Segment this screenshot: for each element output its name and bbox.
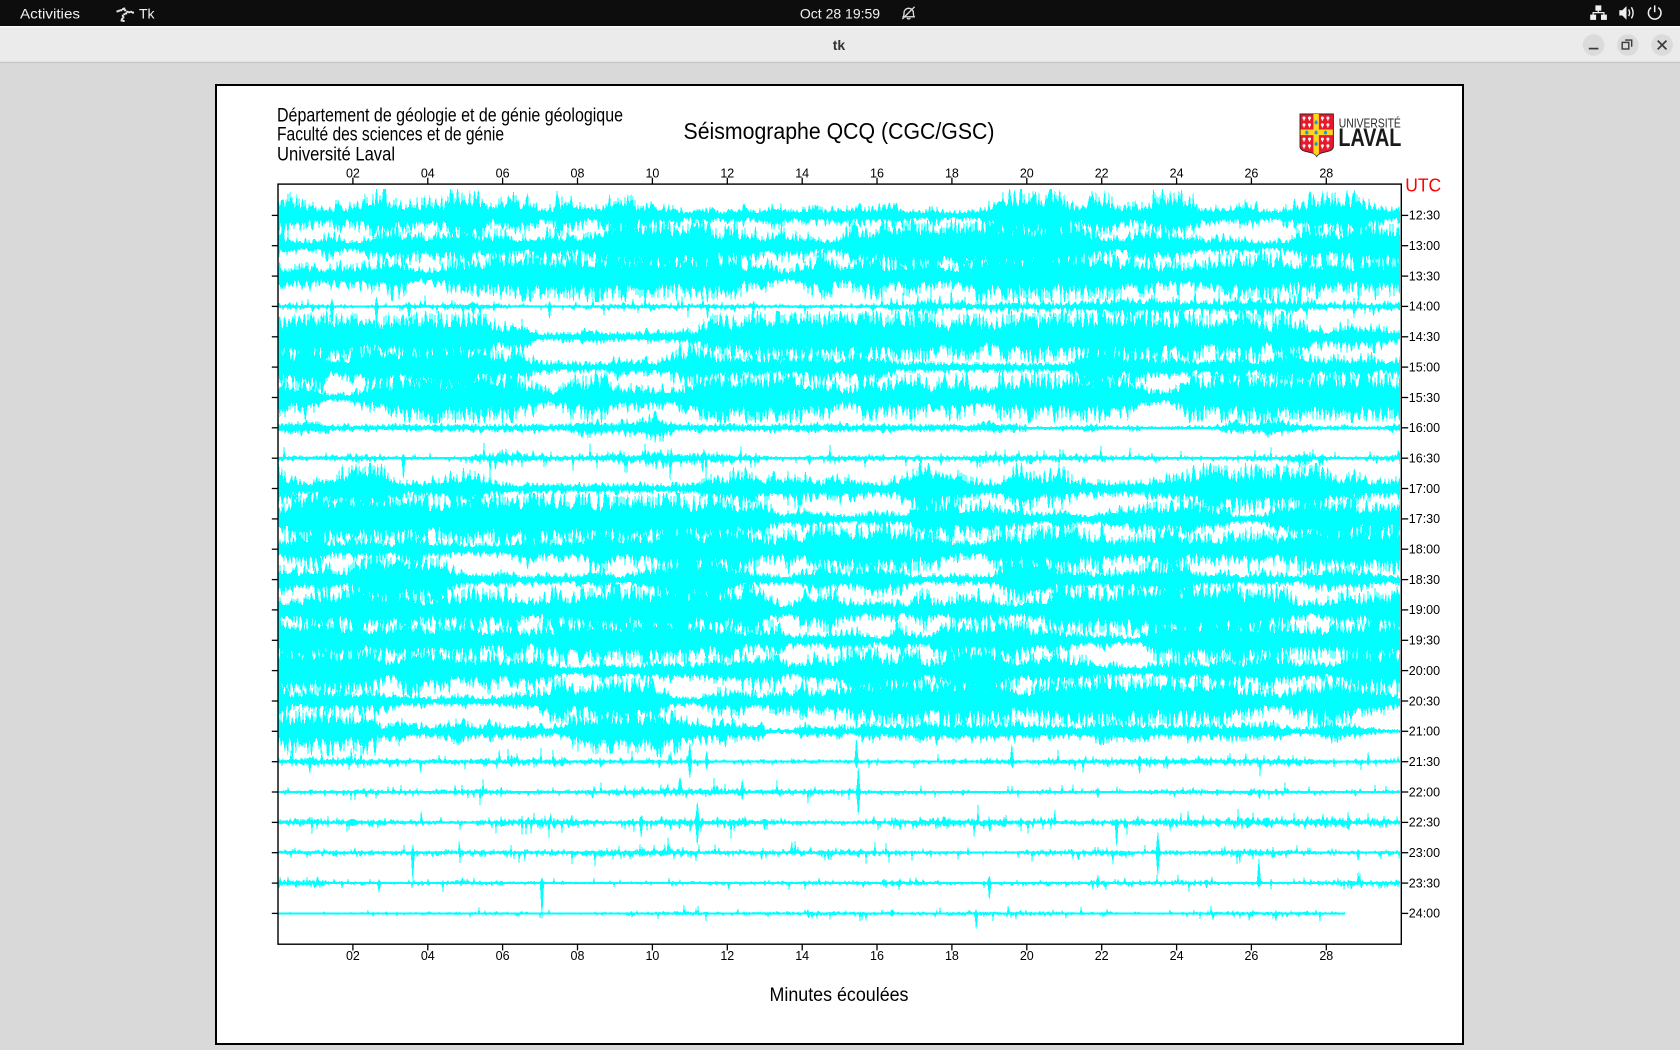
svg-text:04: 04: [421, 166, 435, 180]
svg-text:21:00: 21:00: [1409, 725, 1440, 739]
svg-text:22:30: 22:30: [1409, 816, 1440, 830]
svg-text:21:30: 21:30: [1409, 755, 1440, 769]
svg-text:18:00: 18:00: [1409, 543, 1440, 557]
svg-text:Tk: Tk: [139, 6, 156, 22]
svg-text:Faculté des sciences et de gén: Faculté des sciences et de génie: [277, 124, 504, 145]
svg-text:tk: tk: [833, 37, 846, 53]
svg-text:02: 02: [346, 949, 360, 963]
svg-text:28: 28: [1319, 949, 1333, 963]
svg-text:20:30: 20:30: [1409, 694, 1440, 708]
svg-text:Séismographe QCQ (CGC/GSC): Séismographe QCQ (CGC/GSC): [684, 118, 995, 144]
svg-text:13:30: 13:30: [1409, 269, 1440, 283]
svg-text:15:30: 15:30: [1409, 391, 1440, 405]
svg-text:UTC: UTC: [1405, 175, 1441, 195]
svg-text:16: 16: [870, 166, 884, 180]
svg-text:26: 26: [1244, 949, 1258, 963]
svg-text:28: 28: [1319, 166, 1333, 180]
svg-text:14: 14: [795, 166, 809, 180]
svg-text:12: 12: [720, 949, 734, 963]
svg-text:08: 08: [571, 949, 585, 963]
svg-text:12:30: 12:30: [1409, 209, 1440, 223]
svg-text:24:00: 24:00: [1409, 907, 1440, 921]
svg-text:02: 02: [346, 166, 360, 180]
svg-text:22: 22: [1095, 949, 1109, 963]
svg-text:14:00: 14:00: [1409, 300, 1440, 314]
svg-text:20:00: 20:00: [1409, 664, 1440, 678]
svg-text:16:00: 16:00: [1409, 421, 1440, 435]
svg-text:04: 04: [421, 949, 435, 963]
svg-text:22:00: 22:00: [1409, 785, 1440, 799]
svg-text:17:00: 17:00: [1409, 482, 1440, 496]
svg-text:06: 06: [496, 949, 510, 963]
svg-text:17:30: 17:30: [1409, 512, 1440, 526]
svg-text:14: 14: [795, 949, 809, 963]
svg-text:19:00: 19:00: [1409, 603, 1440, 617]
svg-text:Activities: Activities: [20, 6, 80, 22]
svg-text:19:30: 19:30: [1409, 634, 1440, 648]
svg-text:10: 10: [645, 166, 659, 180]
svg-text:23:30: 23:30: [1409, 876, 1440, 890]
svg-text:Minutes écoulées: Minutes écoulées: [770, 985, 909, 1006]
svg-text:15:00: 15:00: [1409, 360, 1440, 374]
svg-text:10: 10: [645, 949, 659, 963]
svg-text:Département de géologie et de: Département de géologie et de génie géol…: [277, 105, 623, 126]
svg-text:26: 26: [1244, 166, 1258, 180]
svg-text:24: 24: [1170, 166, 1184, 180]
svg-text:18:30: 18:30: [1409, 573, 1440, 587]
svg-text:20: 20: [1020, 166, 1034, 180]
svg-text:18: 18: [945, 166, 959, 180]
svg-text:06: 06: [496, 166, 510, 180]
svg-text:24: 24: [1170, 949, 1184, 963]
svg-text:16:30: 16:30: [1409, 452, 1440, 466]
svg-text:23:00: 23:00: [1409, 846, 1440, 860]
svg-text:08: 08: [571, 166, 585, 180]
svg-text:20: 20: [1020, 949, 1034, 963]
svg-text:16: 16: [870, 949, 884, 963]
svg-text:18: 18: [945, 949, 959, 963]
svg-text:22: 22: [1095, 166, 1109, 180]
svg-text:LAVAL: LAVAL: [1338, 124, 1401, 152]
svg-text:14:30: 14:30: [1409, 330, 1440, 344]
svg-text:Oct 28 19:59: Oct 28 19:59: [800, 6, 880, 22]
svg-text:12: 12: [720, 166, 734, 180]
svg-text:Université Laval: Université Laval: [277, 145, 395, 166]
svg-text:13:00: 13:00: [1409, 239, 1440, 253]
